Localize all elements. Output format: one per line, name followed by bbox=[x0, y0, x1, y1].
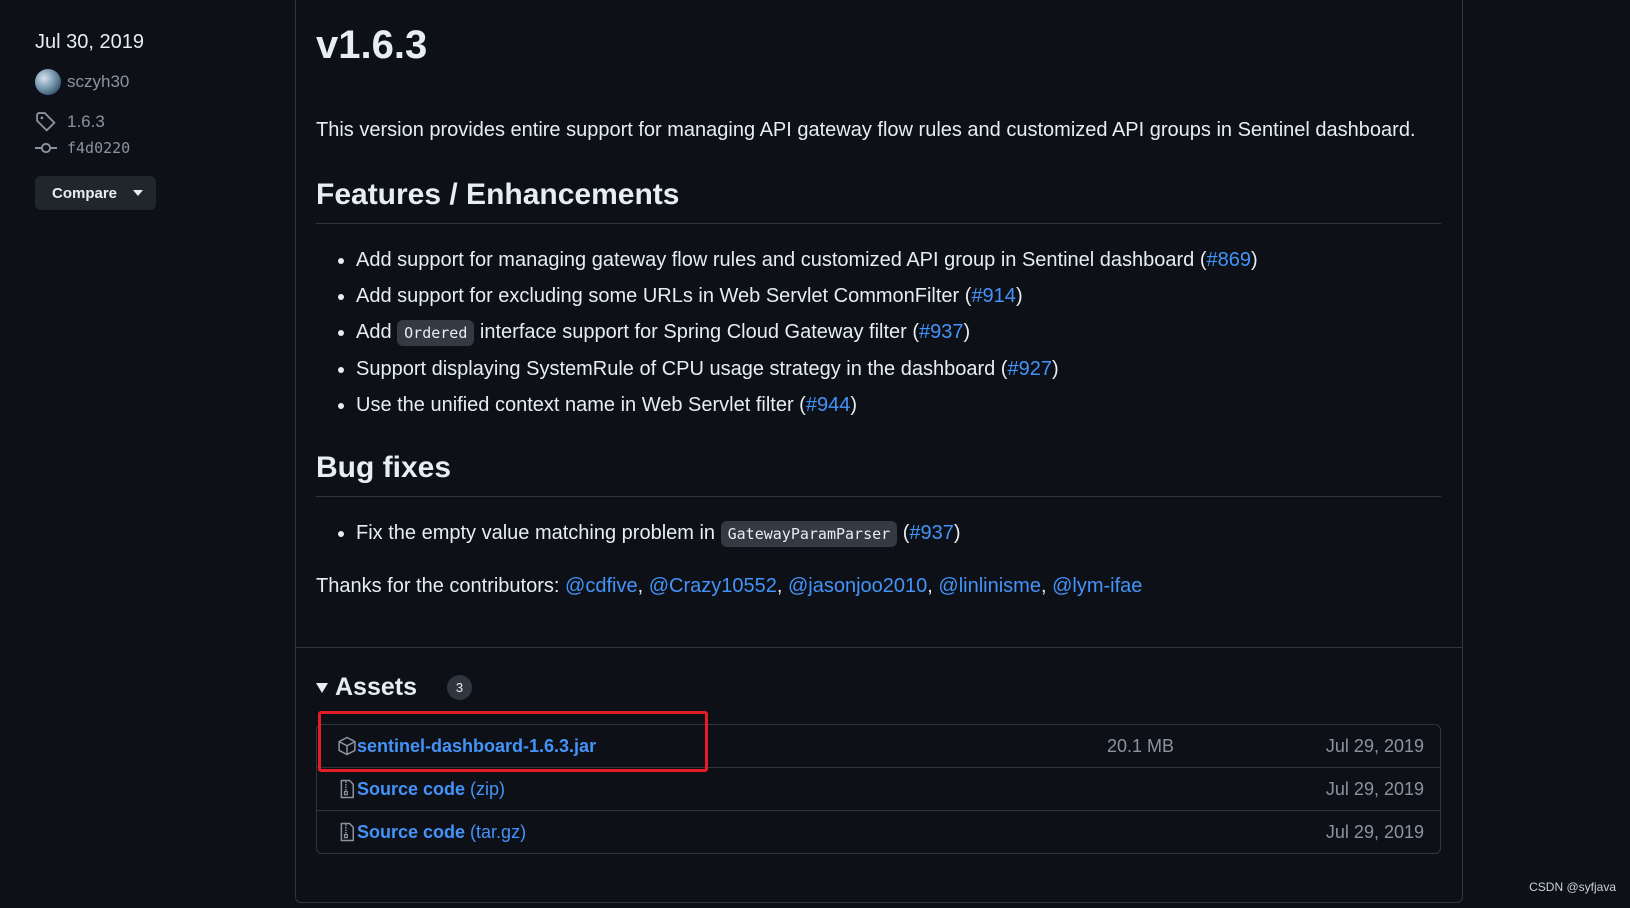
asset-download-link[interactable]: Source code (zip) bbox=[357, 779, 505, 800]
asset-ext: (zip) bbox=[465, 778, 506, 799]
file-zip-icon bbox=[337, 822, 357, 842]
list-item-text: Add support for managing gateway flow ru… bbox=[356, 249, 1207, 271]
thanks-label: Thanks for the contributors: bbox=[316, 575, 566, 597]
asset-row: Source code (zip) Jul 29, 2019 bbox=[317, 767, 1440, 810]
contributor-link[interactable]: @Crazy10552 bbox=[649, 575, 777, 597]
features-list: Add support for managing gateway flow ru… bbox=[316, 242, 1258, 423]
list-item-text: ) bbox=[953, 522, 961, 544]
asset-name-text: Source code bbox=[357, 821, 466, 842]
separator: , bbox=[637, 575, 649, 597]
contributors-line: Thanks for the contributors: @cdfive, @C… bbox=[316, 570, 1142, 602]
list-item: Fix the empty value matching problem in … bbox=[356, 515, 961, 552]
asset-row: Source code (tar.gz) Jul 29, 2019 bbox=[317, 810, 1440, 853]
issue-link[interactable]: #927 bbox=[1007, 358, 1052, 380]
commit-link[interactable]: f4d0220 bbox=[35, 136, 265, 160]
assets-count-badge: 3 bbox=[447, 675, 472, 700]
assets-toggle[interactable]: Assets 3 bbox=[316, 673, 472, 702]
list-item: Add support for excluding some URLs in W… bbox=[356, 278, 1258, 314]
contributor-link[interactable]: @cdfive bbox=[565, 575, 638, 597]
separator: , bbox=[776, 575, 788, 597]
assets-table: sentinel-dashboard-1.6.3.jar 20.1 MB Jul 2… bbox=[316, 724, 1441, 854]
asset-row: sentinel-dashboard-1.6.3.jar 20.1 MB Jul 2… bbox=[317, 725, 1440, 767]
list-item-text: Support displaying SystemRule of CPU usa… bbox=[356, 358, 1008, 380]
list-item-text: ( bbox=[897, 522, 910, 544]
file-zip-icon bbox=[337, 779, 357, 799]
triangle-down-icon bbox=[316, 682, 328, 693]
release-sidebar: Jul 30, 2019 sczyh30 1.6.3 f4d0220 Compa… bbox=[35, 28, 265, 210]
compare-button[interactable]: Compare bbox=[35, 176, 156, 210]
issue-link[interactable]: #914 bbox=[971, 285, 1016, 307]
list-item-text: Add support for excluding some URLs in W… bbox=[356, 285, 972, 307]
asset-date: Jul 29, 2019 bbox=[1325, 778, 1424, 799]
commit-sha[interactable]: f4d0220 bbox=[67, 139, 130, 157]
avatar[interactable] bbox=[35, 69, 61, 95]
list-item-text: Add bbox=[356, 321, 398, 343]
contributor-link[interactable]: @lym-ifae bbox=[1052, 575, 1142, 597]
features-heading: Features / Enhancements bbox=[316, 175, 1441, 224]
list-item-text: Fix the empty value matching problem in bbox=[356, 522, 721, 544]
list-item-text: ) bbox=[963, 321, 971, 343]
tag-link[interactable]: 1.6.3 bbox=[35, 110, 265, 134]
contributor-link[interactable]: @jasonjoo2010 bbox=[788, 575, 927, 597]
asset-date: Jul 29, 2019 bbox=[1325, 735, 1424, 756]
inline-code: Ordered bbox=[397, 320, 475, 346]
release-card: v1.6.3 This version provides entire supp… bbox=[295, 0, 1463, 903]
release-date: Jul 30, 2019 bbox=[35, 31, 144, 53]
issue-link[interactable]: #937 bbox=[909, 522, 954, 544]
list-item: Support displaying SystemRule of CPU usa… bbox=[356, 351, 1258, 387]
compare-label: Compare bbox=[52, 184, 118, 202]
asset-date: Jul 29, 2019 bbox=[1325, 821, 1424, 842]
asset-name-text: sentinel-dashboard-1.6.3.jar bbox=[357, 735, 597, 756]
separator: , bbox=[927, 575, 939, 597]
bug-fixes-list: Fix the empty value matching problem in … bbox=[316, 515, 961, 552]
list-item-text: ) bbox=[1051, 358, 1059, 380]
release-title[interactable]: v1.6.3 bbox=[316, 17, 427, 73]
watermark: CSDN @syfjava bbox=[1529, 880, 1616, 894]
list-item: Add support for managing gateway flow ru… bbox=[356, 242, 1258, 278]
issue-link[interactable]: #937 bbox=[919, 321, 964, 343]
release-description: This version provides entire support for… bbox=[316, 119, 1416, 141]
asset-download-link[interactable]: Source code (tar.gz) bbox=[357, 822, 526, 843]
list-item: Use the unified context name in Web Serv… bbox=[356, 387, 1258, 423]
list-item: Add Ordered interface support for Spring… bbox=[356, 314, 1258, 351]
list-item-text: Use the unified context name in Web Serv… bbox=[356, 394, 806, 416]
list-item-text: ) bbox=[1251, 249, 1258, 271]
package-icon bbox=[337, 736, 357, 756]
tag-icon bbox=[36, 112, 56, 132]
asset-size: 20.1 MB bbox=[1107, 735, 1175, 756]
assets-title[interactable]: Assets bbox=[335, 673, 417, 702]
contributor-link[interactable]: @linlinisme bbox=[938, 575, 1041, 597]
list-item-text: interface support for Spring Cloud Gatew… bbox=[474, 321, 920, 343]
git-commit-icon bbox=[35, 142, 57, 154]
author-name[interactable]: sczyh30 bbox=[67, 72, 129, 92]
release-page: Jul 30, 2019 sczyh30 1.6.3 f4d0220 Compa… bbox=[0, 0, 1630, 908]
chevron-down-icon bbox=[133, 190, 144, 196]
bug-fixes-heading: Bug fixes bbox=[316, 448, 1441, 497]
inline-code: GatewayParamParser bbox=[720, 521, 898, 547]
asset-ext: (tar.gz) bbox=[465, 821, 527, 842]
list-item-text: ) bbox=[850, 394, 858, 416]
separator: , bbox=[1040, 575, 1053, 597]
divider bbox=[296, 647, 1462, 648]
issue-link[interactable]: #869 bbox=[1207, 249, 1252, 271]
list-item-text: ) bbox=[1015, 285, 1023, 307]
tag-name[interactable]: 1.6.3 bbox=[67, 112, 105, 132]
issue-link[interactable]: #944 bbox=[806, 394, 851, 416]
author-link[interactable]: sczyh30 bbox=[35, 68, 265, 96]
asset-download-link[interactable]: sentinel-dashboard-1.6.3.jar bbox=[357, 736, 596, 757]
asset-name-text: Source code bbox=[357, 778, 466, 799]
